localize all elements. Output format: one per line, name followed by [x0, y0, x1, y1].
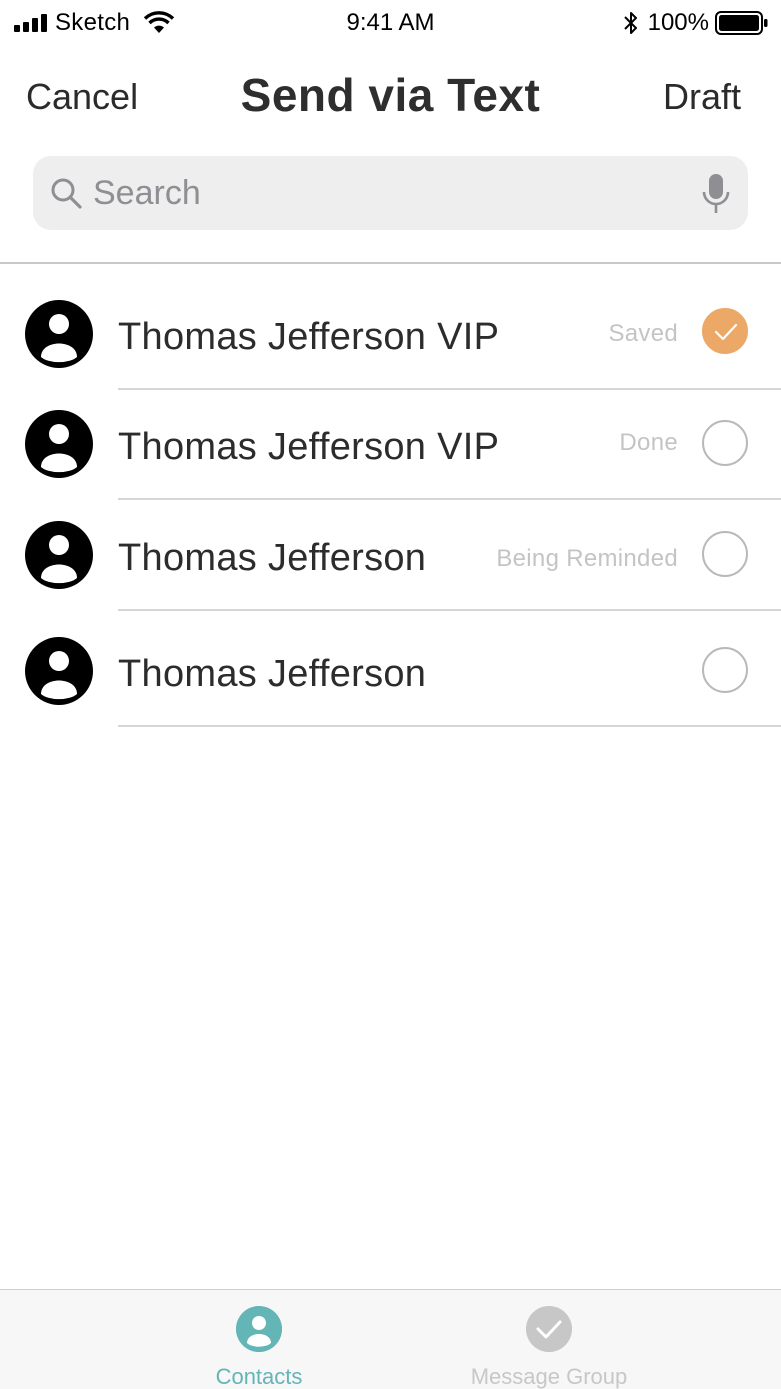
check-circle-icon [526, 1306, 572, 1352]
microphone-icon[interactable] [702, 173, 730, 215]
contact-row[interactable]: Thomas Jefferson Being Reminded [0, 500, 781, 611]
battery-icon [715, 11, 768, 35]
navigation-bar: Cancel Send via Text Draft [0, 62, 781, 132]
tab-message-group[interactable]: Message Group [449, 1290, 649, 1389]
status-bar: Sketch 9:41 AM 100% [0, 0, 781, 46]
contact-name: Thomas Jefferson VIP [118, 316, 500, 358]
draft-button[interactable]: Draft [663, 76, 741, 118]
checkbox[interactable] [702, 531, 748, 577]
contacts-icon [236, 1306, 282, 1352]
battery-percentage: 100% [647, 9, 709, 36]
contact-row[interactable]: Thomas Jefferson VIP Saved [0, 280, 781, 390]
checkbox[interactable] [702, 647, 748, 693]
contact-row[interactable]: Thomas Jefferson [0, 610, 781, 727]
checkbox[interactable] [702, 420, 748, 466]
tab-bar: Contacts Message Group [0, 1289, 781, 1389]
tab-label: Contacts [215, 1364, 303, 1389]
avatar-icon [25, 300, 93, 368]
contact-name: Thomas Jefferson [118, 653, 427, 695]
tab-label: Message Group [470, 1364, 628, 1389]
search-bar[interactable] [33, 156, 748, 230]
contact-row[interactable]: Thomas Jefferson VIP Done [0, 390, 781, 500]
search-divider [0, 262, 781, 264]
avatar-icon [25, 410, 93, 478]
contact-status: Done [619, 429, 678, 456]
row-divider [118, 725, 781, 727]
contact-name: Thomas Jefferson [118, 537, 427, 579]
status-right: 100% [622, 8, 769, 38]
contact-name: Thomas Jefferson VIP [118, 426, 500, 468]
avatar-icon [25, 637, 93, 705]
contact-status: Saved [608, 320, 678, 347]
checkmark-icon [714, 323, 738, 341]
search-input[interactable] [93, 156, 683, 230]
checkbox[interactable] [702, 308, 748, 354]
bluetooth-icon [623, 12, 637, 34]
avatar-icon [25, 521, 93, 589]
tab-contacts[interactable]: Contacts [159, 1290, 359, 1389]
search-icon [51, 178, 82, 209]
contact-status: Being Reminded [496, 545, 678, 572]
